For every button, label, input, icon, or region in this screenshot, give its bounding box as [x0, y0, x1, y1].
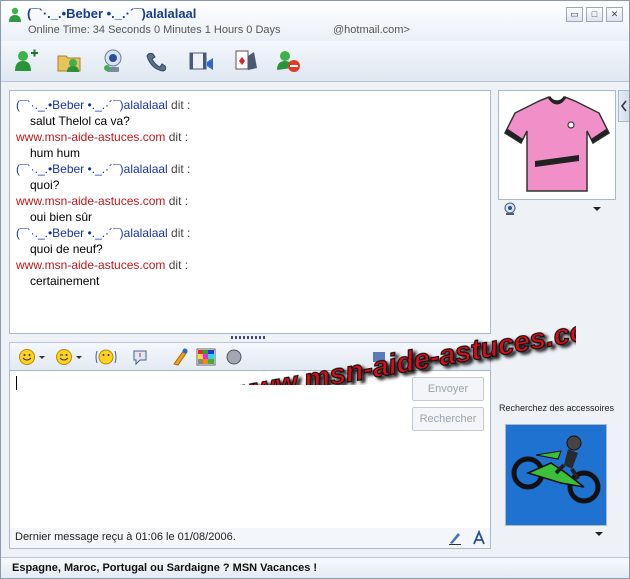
message-sender-line: www.msn-aide-astuces.com dit :: [16, 129, 190, 145]
avatar-options-bar: [501, 201, 613, 217]
text-format-icon[interactable]: [471, 530, 487, 546]
message-text: salut Thelol ca va?: [30, 114, 130, 128]
accessories-label: Recherchez des accessoires: [499, 403, 615, 413]
handwriting-icon[interactable]: [447, 530, 463, 546]
user-display-picture[interactable]: [505, 424, 607, 526]
last-message-status: Dernier message reçu à 01:06 le 01/08/20…: [15, 531, 236, 543]
message-text: quoi de neuf?: [30, 242, 103, 256]
wink-animation-icon[interactable]: [95, 348, 117, 366]
pink-shirt-image: [504, 96, 610, 192]
message-sender-line: (¯`·._.•Beber •._.·´¯)alalalaal dit :: [16, 97, 190, 113]
conversation-window: (¯`·._.•Beber •._.·´¯)alalalaal Online T…: [0, 0, 630, 579]
said-label: dit :: [167, 226, 191, 240]
message-sender-line: www.msn-aide-astuces.com dit :: [16, 257, 190, 273]
message-text: hum hum: [30, 146, 81, 160]
maximize-button[interactable]: □: [586, 7, 603, 22]
video-icon[interactable]: [187, 48, 215, 74]
games-icon[interactable]: [232, 48, 260, 74]
action-toolbar: [1, 41, 629, 82]
text-caret: [16, 376, 17, 390]
message-text: quoi?: [30, 178, 60, 192]
emoticon-icon[interactable]: [18, 348, 46, 366]
contact-email: @hotmail.com>: [333, 24, 410, 36]
conversation-history[interactable]: (¯`·._.•Beber •._.·´¯)alalalaal dit : sal…: [9, 90, 491, 334]
message-input[interactable]: Envoyer Rechercher: [9, 370, 491, 530]
said-label: dit :: [165, 130, 189, 144]
window-controls: ▭ □ ✕: [566, 7, 623, 22]
message-list: (¯`·._.•Beber •._.·´¯)alalalaal dit : sal…: [16, 97, 190, 289]
online-time: Online Time: 34 Seconds 0 Minutes 1 Hour…: [28, 24, 281, 36]
webcam-small-icon[interactable]: [504, 202, 516, 215]
said-label: dit :: [165, 194, 189, 208]
accessories-dropdown-icon[interactable]: [593, 530, 605, 538]
webcam-icon[interactable]: [99, 48, 127, 74]
said-label: dit :: [167, 162, 191, 176]
avatar-bar-icons: [504, 202, 601, 215]
collapse-panel-button[interactable]: [618, 90, 629, 122]
add-contact-icon[interactable]: [12, 48, 40, 74]
contact-name: (¯`·._.•Beber •._.·´¯)alalalaal: [27, 6, 197, 21]
gift-icon[interactable]: [224, 348, 244, 366]
motocross-image: [506, 425, 606, 525]
share-files-icon[interactable]: [55, 48, 83, 74]
pane-splitter-handle[interactable]: [231, 336, 267, 339]
sender-name: (¯`·._.•Beber •._.·´¯)alalalaal: [16, 98, 168, 112]
message-text: oui bien sûr: [30, 210, 93, 224]
phone-icon[interactable]: [143, 48, 171, 74]
message-sender-line: www.msn-aide-astuces.com dit :: [16, 193, 190, 209]
status-bar: Dernier message reçu à 01:06 le 01/08/20…: [9, 528, 491, 549]
message-sender-line: (¯`·._.•Beber •._.·´¯)alalalaal dit :: [16, 225, 190, 241]
message-text: certainement: [30, 274, 100, 288]
contact-display-picture[interactable]: [498, 90, 616, 200]
sender-name: (¯`·._.•Beber •._.·´¯)alalalaal: [16, 226, 168, 240]
message-sender-line: (¯`·._.•Beber •._.·´¯)alalalaal dit :: [16, 161, 190, 177]
extra-format-icon[interactable]: [372, 348, 386, 366]
send-button[interactable]: Envoyer: [412, 377, 484, 401]
block-icon[interactable]: [275, 48, 303, 74]
ad-link[interactable]: Espagne, Maroc, Portugal ou Sardaigne ? …: [12, 562, 317, 574]
voice-clip-icon[interactable]: [170, 348, 190, 366]
search-button[interactable]: Rechercher: [412, 407, 484, 431]
sender-name: (¯`·._.•Beber •._.·´¯)alalalaal: [16, 162, 168, 176]
window-header: (¯`·._.•Beber •._.·´¯)alalalaal Online T…: [1, 1, 629, 41]
wink-emoticon-icon[interactable]: [55, 348, 83, 366]
sender-name: www.msn-aide-astuces.com: [16, 258, 166, 272]
said-label: dit :: [165, 258, 189, 272]
chevron-left-icon: [620, 100, 627, 112]
avatar-dropdown-icon[interactable]: [593, 207, 601, 211]
advertisement-bar[interactable]: Espagne, Maroc, Portugal ou Sardaigne ? …: [1, 557, 629, 578]
sender-name: www.msn-aide-astuces.com: [16, 130, 166, 144]
close-button[interactable]: ✕: [606, 7, 623, 22]
said-label: dit :: [167, 98, 191, 112]
nudge-icon[interactable]: [130, 348, 150, 366]
background-icon[interactable]: [196, 348, 216, 366]
menu-dropdown-button[interactable]: ▭: [566, 7, 583, 22]
format-toolbar: [9, 342, 491, 371]
sender-name: www.msn-aide-astuces.com: [16, 194, 166, 208]
contact-status-icon: [9, 7, 21, 22]
